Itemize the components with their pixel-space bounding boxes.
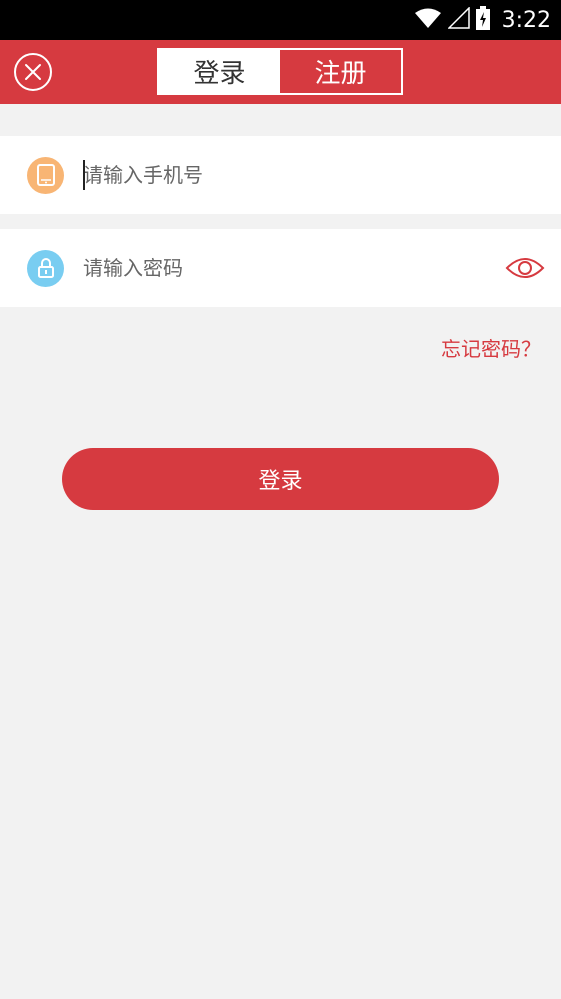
battery-charging-icon: [475, 6, 490, 34]
phone-input[interactable]: [83, 155, 483, 195]
eye-icon: [505, 258, 545, 278]
wifi-icon: [414, 7, 442, 33]
password-input[interactable]: [83, 248, 483, 288]
status-time: 3:22: [501, 7, 551, 33]
close-icon: [25, 64, 41, 80]
status-icons: 3:22: [414, 6, 551, 34]
lock-icon: [27, 249, 64, 287]
forgot-password-link[interactable]: 忘记密码？: [441, 333, 541, 362]
close-button[interactable]: [14, 53, 52, 91]
show-password-toggle[interactable]: [505, 255, 545, 281]
tab-register[interactable]: 注册: [280, 50, 401, 93]
password-field-row: [0, 229, 561, 307]
signal-icon: [446, 6, 470, 33]
phone-field-row: [0, 136, 561, 214]
tab-login[interactable]: 登录: [159, 50, 280, 93]
text-cursor: [83, 160, 85, 190]
phone-icon: [27, 156, 64, 194]
status-bar: 3:22: [0, 0, 561, 40]
header-bar: 登录 注册: [0, 40, 561, 104]
login-button[interactable]: 登录: [62, 448, 499, 510]
auth-tabs: 登录 注册: [157, 48, 403, 95]
